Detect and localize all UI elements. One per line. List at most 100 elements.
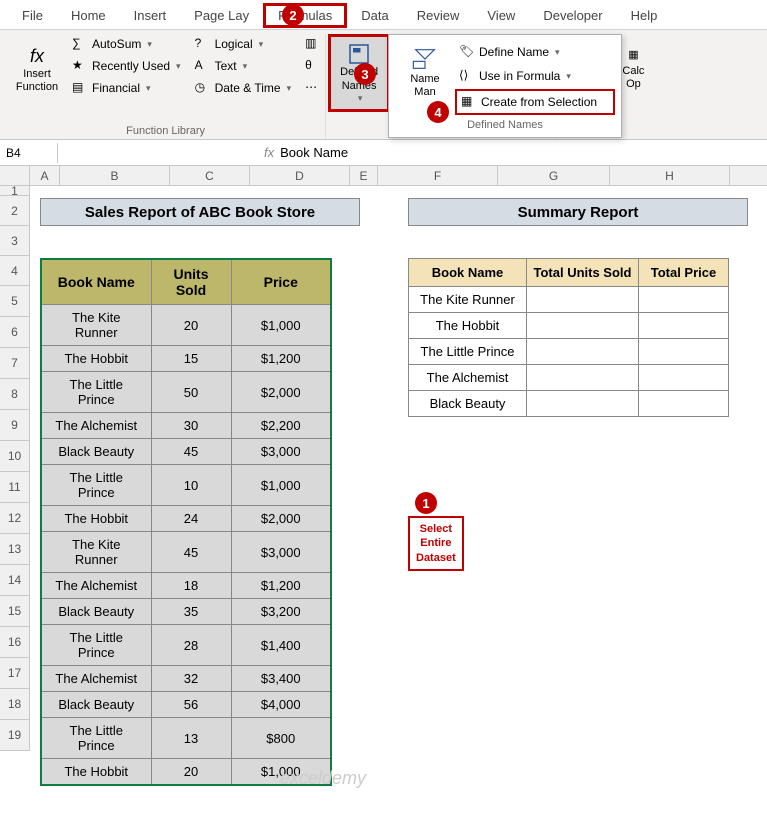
recently-used-button[interactable]: ★Recently Used▾ xyxy=(68,56,185,76)
row-17[interactable]: 17 xyxy=(0,658,30,689)
define-name-item[interactable]: 🏷Define Name▾ xyxy=(455,41,615,63)
col-D[interactable]: D xyxy=(250,166,350,185)
row-4[interactable]: 4 xyxy=(0,256,30,286)
date-time-button[interactable]: ◷Date & Time▾ xyxy=(191,78,296,98)
row-11[interactable]: 11 xyxy=(0,472,30,503)
cell[interactable]: Black Beauty xyxy=(41,692,151,718)
row-12[interactable]: 12 xyxy=(0,503,30,534)
cell[interactable]: 56 xyxy=(151,692,231,718)
cell[interactable]: 45 xyxy=(151,439,231,465)
cell[interactable]: The Alchemist xyxy=(41,413,151,439)
sales-table[interactable]: Book Name Units Sold Price The Kite Runn… xyxy=(40,258,332,786)
col-A[interactable]: A xyxy=(30,166,60,185)
cell[interactable]: The Little Prince xyxy=(41,372,151,413)
cell[interactable]: $1,400 xyxy=(231,625,331,666)
row-5[interactable]: 5 xyxy=(0,286,30,317)
cell[interactable]: The Alchemist xyxy=(41,666,151,692)
col-G[interactable]: G xyxy=(498,166,610,185)
row-7[interactable]: 7 xyxy=(0,348,30,379)
table-row[interactable]: The Little Prince13$800 xyxy=(41,718,331,759)
row-19[interactable]: 19 xyxy=(0,720,30,751)
table-row[interactable]: Black Beauty xyxy=(409,391,729,417)
tab-help[interactable]: Help xyxy=(617,4,672,27)
row-14[interactable]: 14 xyxy=(0,565,30,596)
row-3[interactable]: 3 xyxy=(0,226,30,256)
fx-icon[interactable]: fx xyxy=(264,145,274,160)
more-functions-button[interactable]: ⋯ xyxy=(301,78,319,98)
cell[interactable]: 45 xyxy=(151,532,231,573)
cell[interactable] xyxy=(527,391,639,417)
table-row[interactable]: The Hobbit xyxy=(409,313,729,339)
cell[interactable]: The Little Prince xyxy=(41,465,151,506)
math-button[interactable]: θ xyxy=(301,56,319,76)
cell[interactable]: $3,000 xyxy=(231,439,331,465)
cell[interactable]: The Little Prince xyxy=(41,718,151,759)
cell[interactable]: The Kite Runner xyxy=(409,287,527,313)
autosum-button[interactable]: ∑AutoSum▾ xyxy=(68,34,185,54)
cell[interactable]: $2,200 xyxy=(231,413,331,439)
tab-page-layout[interactable]: Page Lay xyxy=(180,4,263,27)
cell[interactable]: 28 xyxy=(151,625,231,666)
table-row[interactable]: The Hobbit24$2,000 xyxy=(41,506,331,532)
cell[interactable]: The Little Prince xyxy=(409,339,527,365)
cell[interactable]: 35 xyxy=(151,599,231,625)
tab-developer[interactable]: Developer xyxy=(529,4,616,27)
cell[interactable]: $1,000 xyxy=(231,305,331,346)
formula-input[interactable]: Book Name xyxy=(280,145,348,160)
cell[interactable]: 13 xyxy=(151,718,231,759)
create-from-selection-item[interactable]: ▦Create from Selection xyxy=(455,89,615,115)
use-in-formula-item[interactable]: ⟨⟩Use in Formula▾ xyxy=(455,65,615,87)
cell[interactable]: 10 xyxy=(151,465,231,506)
cell[interactable]: $1,000 xyxy=(231,759,331,786)
cell[interactable]: Black Beauty xyxy=(41,599,151,625)
tab-formulas[interactable]: Formulas xyxy=(263,3,347,28)
table-row[interactable]: The Kite Runner45$3,000 xyxy=(41,532,331,573)
cell[interactable]: $1,200 xyxy=(231,573,331,599)
cell[interactable]: $3,200 xyxy=(231,599,331,625)
row-18[interactable]: 18 xyxy=(0,689,30,720)
cell[interactable]: The Hobbit xyxy=(41,506,151,532)
name-box[interactable]: B4 xyxy=(0,143,58,163)
tab-file[interactable]: File xyxy=(8,4,57,27)
cell[interactable]: $2,000 xyxy=(231,506,331,532)
table-row[interactable]: The Little Prince50$2,000 xyxy=(41,372,331,413)
cell[interactable]: The Hobbit xyxy=(409,313,527,339)
row-1[interactable]: 1 xyxy=(0,186,30,196)
row-2[interactable]: 2 xyxy=(0,196,30,226)
cell[interactable]: The Little Prince xyxy=(41,625,151,666)
insert-function-button[interactable]: fx Insert Function xyxy=(12,34,62,106)
table-row[interactable]: The Little Prince28$1,400 xyxy=(41,625,331,666)
row-16[interactable]: 16 xyxy=(0,627,30,658)
cell[interactable]: $3,400 xyxy=(231,666,331,692)
cell[interactable] xyxy=(639,313,729,339)
row-6[interactable]: 6 xyxy=(0,317,30,348)
cell[interactable]: The Hobbit xyxy=(41,759,151,786)
col-E[interactable]: E xyxy=(350,166,378,185)
cell[interactable]: $4,000 xyxy=(231,692,331,718)
cell[interactable]: 15 xyxy=(151,346,231,372)
table-row[interactable]: The Hobbit15$1,200 xyxy=(41,346,331,372)
tab-view[interactable]: View xyxy=(473,4,529,27)
cell[interactable]: Black Beauty xyxy=(41,439,151,465)
cell[interactable] xyxy=(639,287,729,313)
cell[interactable] xyxy=(527,313,639,339)
logical-button[interactable]: ?Logical▾ xyxy=(191,34,296,54)
col-B[interactable]: B xyxy=(60,166,170,185)
row-10[interactable]: 10 xyxy=(0,441,30,472)
row-9[interactable]: 9 xyxy=(0,410,30,441)
cell[interactable]: 24 xyxy=(151,506,231,532)
table-row[interactable]: The Kite Runner20$1,000 xyxy=(41,305,331,346)
cell[interactable]: 18 xyxy=(151,573,231,599)
cell[interactable]: The Alchemist xyxy=(41,573,151,599)
cell[interactable]: The Kite Runner xyxy=(41,305,151,346)
table-row[interactable]: Black Beauty45$3,000 xyxy=(41,439,331,465)
table-row[interactable]: The Alchemist18$1,200 xyxy=(41,573,331,599)
row-8[interactable]: 8 xyxy=(0,379,30,410)
cell[interactable]: The Alchemist xyxy=(409,365,527,391)
tab-review[interactable]: Review xyxy=(403,4,474,27)
select-all-corner[interactable] xyxy=(0,166,30,185)
table-row[interactable]: The Little Prince10$1,000 xyxy=(41,465,331,506)
col-H[interactable]: H xyxy=(610,166,730,185)
table-row[interactable]: The Little Prince xyxy=(409,339,729,365)
tab-home[interactable]: Home xyxy=(57,4,120,27)
